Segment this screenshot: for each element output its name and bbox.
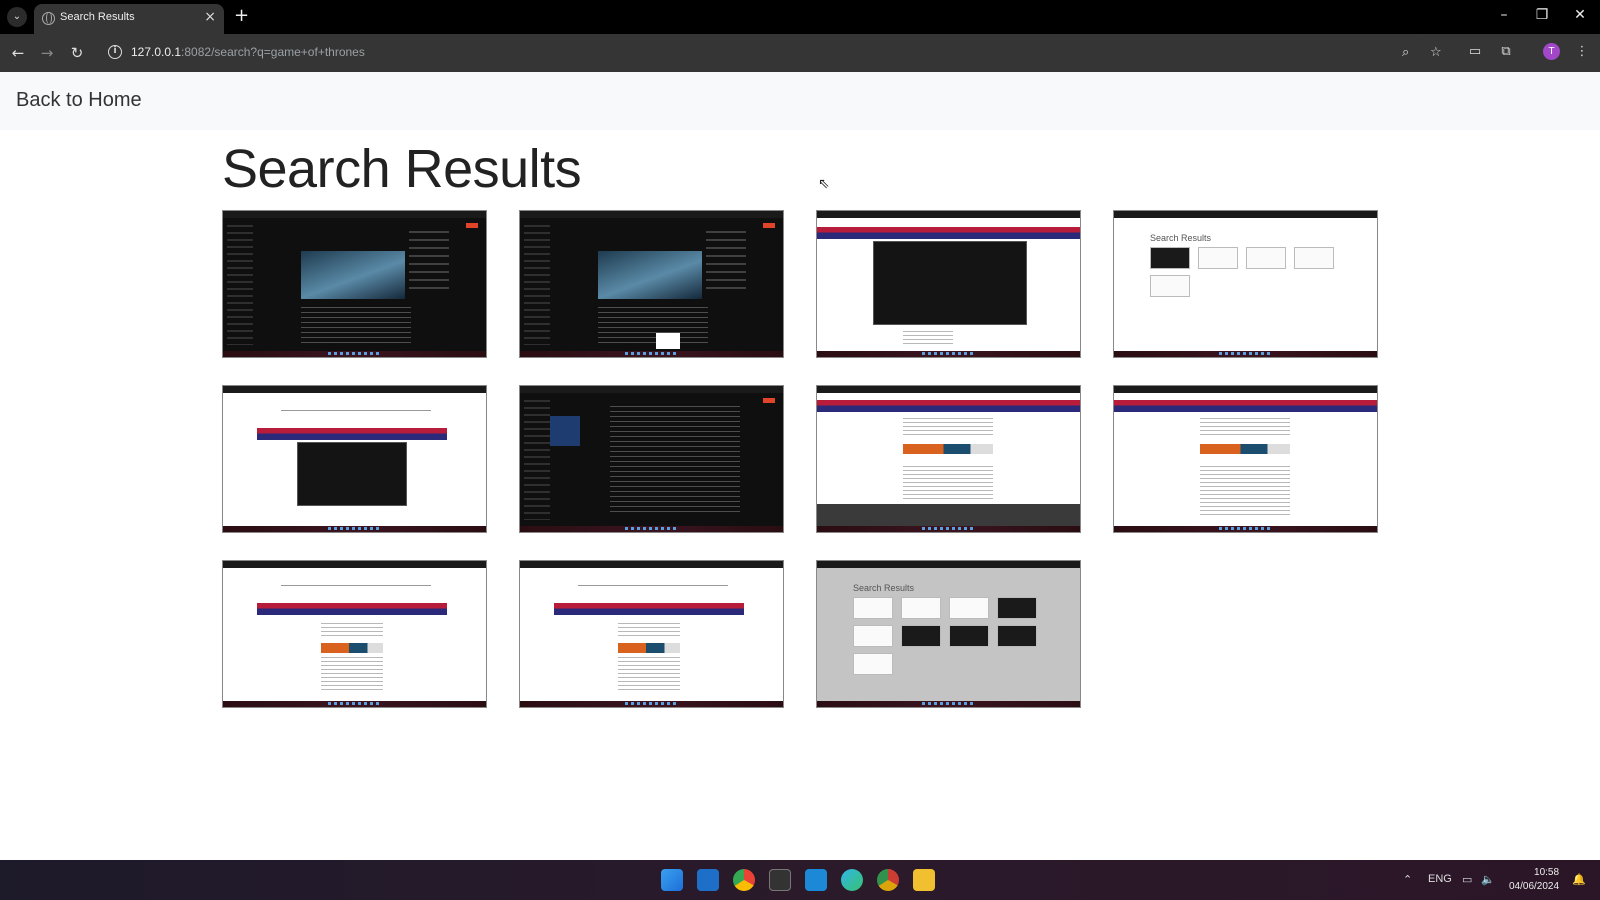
top-navbar: Back to Home [0,72,1600,130]
page-title: Search Results [222,139,582,199]
cast-icon[interactable]: ▭ [1466,44,1484,59]
url-text: 127.0.0.1:8082/search?q=game+of+thrones [131,45,365,59]
address-bar[interactable]: i 127.0.0.1:8082/search?q=game+of+throne… [102,39,1442,67]
result-thumbnail-10[interactable] [519,560,784,708]
site-info-icon[interactable]: i [108,45,122,59]
chrome-alt-icon[interactable] [877,869,899,891]
page-content: Back to Home Search Results ⇖ Search Res… [0,72,1600,860]
extensions-icon[interactable]: ⧉ [1497,44,1515,59]
chrome-icon[interactable] [733,869,755,891]
clock-time: 10:58 [1534,867,1560,878]
outlook-icon[interactable] [697,869,719,891]
terminal-icon[interactable] [769,869,791,891]
menu-kebab-icon[interactable]: ⋮ [1573,44,1591,59]
file-explorer-icon[interactable] [913,869,935,891]
result-thumbnail-1[interactable] [222,210,487,358]
close-tab-icon[interactable]: × [204,9,216,25]
browser-tabstrip: ⌄ Search Results × + – ❐ ✕ [0,0,1600,34]
network-icon[interactable]: ▭ [1462,873,1472,886]
zoom-icon[interactable]: ⌕ [1402,45,1409,60]
result-thumbnail-11[interactable]: Search Results [816,560,1081,708]
vscode-icon[interactable] [805,869,827,891]
system-clock[interactable]: 10:58 04/06/2024 [1509,866,1559,894]
url-path: :8082/search?q=game+of+thrones [181,45,365,59]
result-thumbnail-3[interactable] [816,210,1081,358]
forward-arrow-icon[interactable]: → [37,43,57,63]
browser-tab-search-results[interactable]: Search Results × [34,4,224,34]
bookmark-star-icon[interactable]: ☆ [1430,45,1442,60]
result-thumbnail-8[interactable] [1113,385,1378,533]
reload-icon[interactable]: ↻ [67,43,87,63]
edge-icon[interactable] [841,869,863,891]
result-thumbnail-5[interactable] [222,385,487,533]
close-window-icon[interactable]: ✕ [1570,7,1590,23]
tab-list-chevron-icon[interactable]: ⌄ [7,7,27,27]
new-tab-plus-icon[interactable]: + [234,6,249,26]
windows-taskbar: ⌃ ENG ▭ 🔈 10:58 04/06/2024 🔔 [0,860,1600,900]
mouse-cursor-icon: ⇖ [818,176,830,192]
windows-start-icon[interactable] [661,869,683,891]
clock-date: 04/06/2024 [1509,881,1560,892]
restore-icon[interactable]: ❐ [1532,7,1552,23]
browser-toolbar: ← → ↻ i 127.0.0.1:8082/search?q=game+of+… [0,34,1600,72]
minimize-icon[interactable]: – [1494,7,1514,23]
profile-avatar[interactable]: T [1543,43,1560,60]
tab-title: Search Results [60,11,135,23]
language-indicator[interactable]: ENG [1428,873,1452,885]
volume-icon[interactable]: 🔈 [1481,873,1495,886]
result-thumbnail-7[interactable] [816,385,1081,533]
result-thumbnail-2[interactable] [519,210,784,358]
back-to-home-link[interactable]: Back to Home [16,89,142,112]
notification-bell-icon[interactable]: 🔔 [1572,873,1586,886]
result-thumbnail-4[interactable]: Search Results [1113,210,1378,358]
show-hidden-icons-chevron-icon[interactable]: ⌃ [1403,873,1412,886]
back-arrow-icon[interactable]: ← [8,43,28,63]
globe-icon [42,12,55,25]
url-host: 127.0.0.1 [131,45,182,59]
result-thumbnail-9[interactable] [222,560,487,708]
result-thumbnail-6[interactable] [519,385,784,533]
